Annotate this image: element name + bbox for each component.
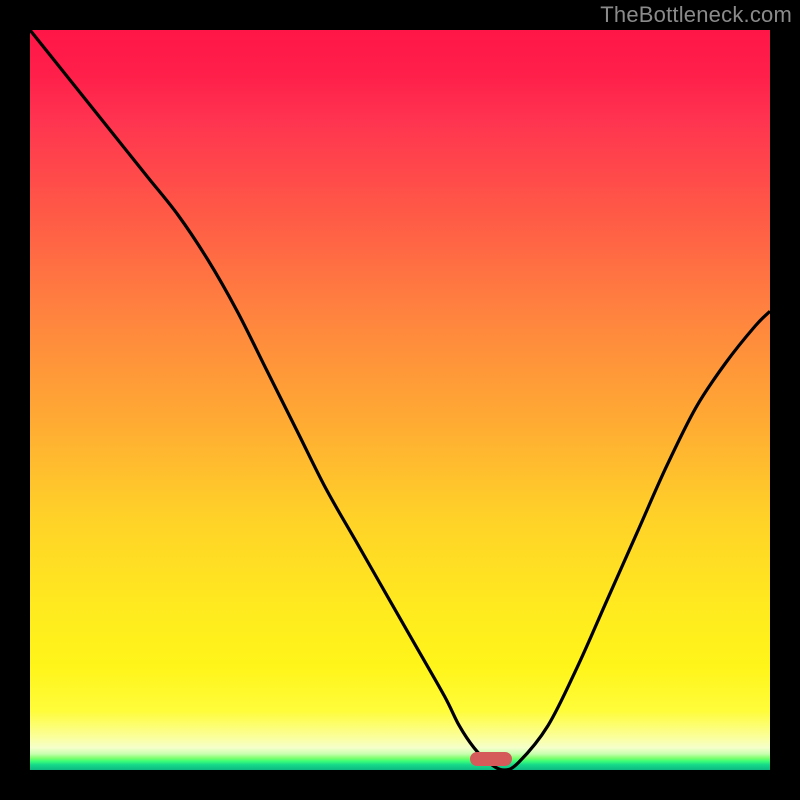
optimum-marker [470, 752, 512, 766]
chart-frame: TheBottleneck.com [0, 0, 800, 800]
bottleneck-curve [30, 30, 770, 770]
plot-area [30, 30, 770, 770]
watermark-text: TheBottleneck.com [600, 2, 792, 28]
curve-path [30, 30, 770, 770]
